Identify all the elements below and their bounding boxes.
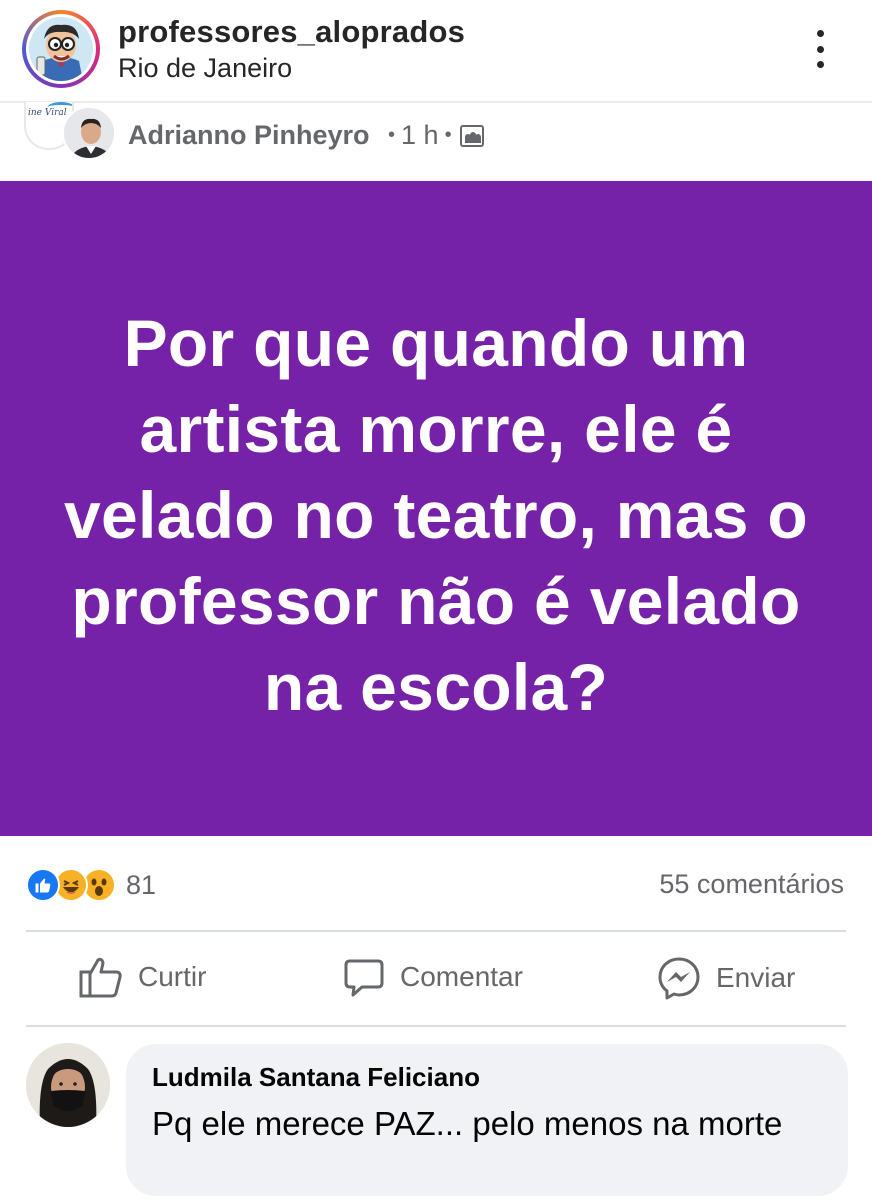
comment-text: Pq ele merece PAZ... pelo menos na morte [152,1105,783,1142]
post-author-name: Adrianno Pinheyro [128,120,370,150]
more-options-icon[interactable] [800,26,840,72]
header-divider [0,101,872,103]
post-time: 1 h [401,120,439,150]
reaction-count: 81 [126,869,157,900]
thumbs-up-icon [79,957,122,998]
like-icon [26,868,60,902]
comment-label: Comentar [400,961,523,992]
post-meta: • 1 h • [388,120,484,151]
like-button[interactable]: Curtir [78,955,206,999]
cartoon-professor-avatar-image [29,17,93,81]
send-label: Enviar [716,962,796,993]
profile-avatar[interactable] [22,10,100,88]
commenter-avatar[interactable] [26,1043,110,1127]
meta-separator: • [444,124,452,146]
group-icon [459,124,484,147]
post-text-card: Por que quando um artista morre, ele é v… [0,181,872,836]
instagram-post-header: professores_aloprados Rio de Janeiro [0,0,872,100]
like-label: Curtir [138,961,207,992]
comment-button[interactable]: Comentar [342,955,523,999]
reactions-summary[interactable]: 81 [26,868,156,902]
comment-bubble: Ludmila Santana Feliciano Pq ele merece … [126,1044,848,1196]
author-avatar [62,106,116,160]
comment-bubble-icon [344,959,384,997]
page-logo-text: ine Viral [28,108,67,118]
comments-count[interactable]: 55 comentários [659,869,844,900]
profile-username[interactable]: professores_aloprados [118,14,465,50]
comment-author[interactable]: Ludmila Santana Feliciano [152,1062,822,1093]
meta-separator: • [388,124,396,146]
post-location[interactable]: Rio de Janeiro [118,53,292,84]
divider [26,1025,846,1027]
post-action-bar: Curtir Comentar Enviar [0,945,872,1015]
man-portrait-image [64,108,114,158]
messenger-icon [658,957,700,1000]
woman-with-mask-portrait-image [26,1043,110,1127]
post-card-text: Por que quando um artista morre, ele é v… [63,305,809,724]
divider [26,930,846,932]
send-button[interactable]: Enviar [656,955,795,1001]
